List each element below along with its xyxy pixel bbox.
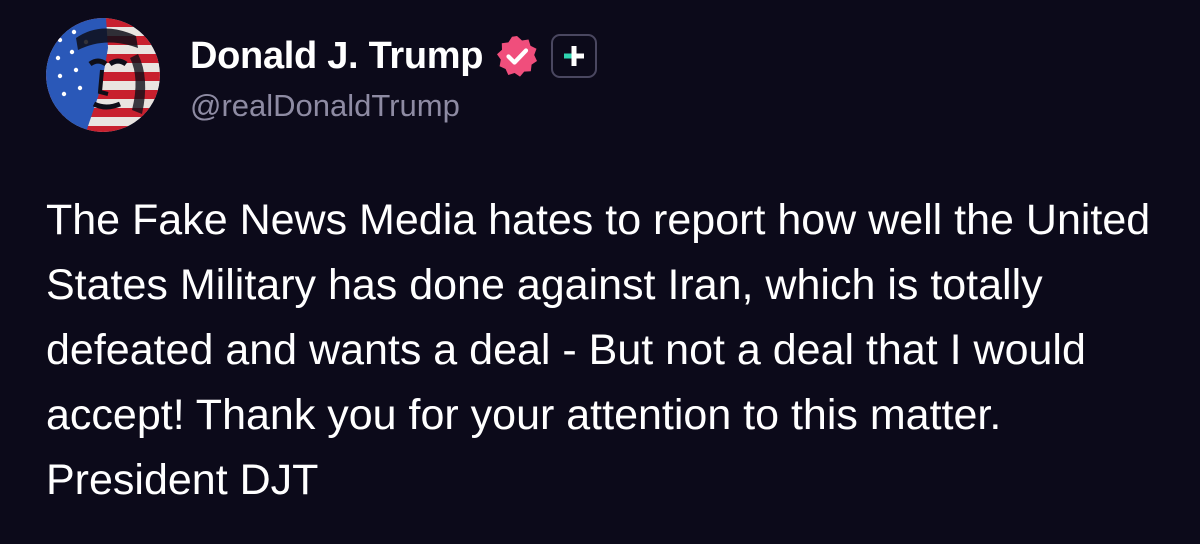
truth-plus-badge-icon [551, 34, 598, 78]
post-card: Donald J. Trump @realDonaldTrump The Fak… [0, 0, 1200, 544]
author-display-name[interactable]: Donald J. Trump [190, 35, 484, 78]
verified-badge-icon [495, 34, 539, 78]
flag-portrait-avatar [46, 18, 160, 132]
post-text: The Fake News Media hates to report how … [46, 196, 1151, 504]
avatar[interactable] [46, 18, 160, 132]
author-handle[interactable]: @realDonaldTrump [190, 88, 460, 124]
author-row: Donald J. Trump [190, 28, 598, 84]
